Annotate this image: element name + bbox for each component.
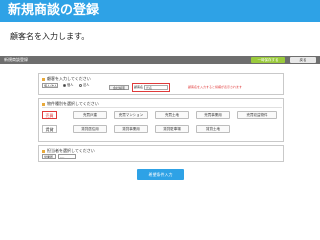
type-button[interactable]: 賃貸土地 (196, 125, 230, 133)
divider (42, 107, 282, 108)
staff-section: 担当者を選択してください 営業所 ---- (38, 145, 284, 162)
category-rent: 賃貸 (42, 125, 57, 133)
customer-name-input[interactable]: 氏名 (144, 85, 168, 90)
bullet-icon (42, 149, 45, 153)
app-header: 新規商談登録 一時保存する 戻る (0, 56, 320, 64)
slide-instruction: 顧客名を入力します。 (10, 32, 90, 41)
back-button[interactable]: 戻る (290, 57, 316, 63)
customer-section: 顧客を入力してください 個人/法人 個人 法人 会社検索 顧客名 氏名 顧客名を… (38, 73, 284, 95)
staff-heading-text: 担当者を選択してください (47, 148, 95, 153)
customer-name-label: 顧客名 (134, 85, 144, 89)
customer-name-box: 顧客名 氏名 (132, 83, 170, 92)
staff-select[interactable]: ---- (58, 154, 76, 159)
type-button[interactable]: 売買収益物件 (237, 111, 277, 119)
next-conditions-button[interactable]: 希望条件入力 (137, 169, 184, 180)
type-button[interactable]: 賃貸居住用 (73, 125, 107, 133)
category-sale: 売買 (42, 111, 57, 119)
customer-heading-text: 顧客を入力してください (47, 76, 91, 81)
type-button[interactable]: 賃貸事業用 (114, 125, 148, 133)
type-button[interactable]: 売買土地 (155, 111, 189, 119)
radio-corporate-label: 法人 (83, 83, 90, 87)
customer-kind-select[interactable]: 個人/法人 (42, 83, 58, 88)
type-button[interactable]: 売買戸建 (73, 111, 107, 119)
save-draft-button[interactable]: 一時保存する (251, 57, 285, 63)
app-header-title: 新規商談登録 (4, 57, 28, 62)
radio-individual[interactable]: 個人 (63, 83, 73, 88)
type-button[interactable]: 売買事業用 (196, 111, 230, 119)
customer-section-heading: 顧客を入力してください (42, 76, 91, 81)
property-type-heading-text: 物件種別を選択してください (47, 101, 99, 106)
radio-on-icon (63, 83, 66, 87)
radio-individual-label: 個人 (67, 83, 74, 87)
staff-heading: 担当者を選択してください (42, 148, 95, 153)
type-button[interactable]: 売買マンション (114, 111, 148, 119)
office-select[interactable]: 営業所 (42, 154, 56, 159)
bullet-icon (42, 77, 45, 81)
property-type-section: 物件種別を選択してください 売買 売買戸建 売買マンション 売買土地 売買事業用… (38, 98, 284, 142)
radio-corporate[interactable]: 法人 (79, 83, 89, 88)
company-search-button[interactable]: 会社検索 (109, 85, 129, 90)
radio-off-icon (79, 83, 82, 87)
slide-title-bar: 新規商談の登録 (0, 0, 320, 22)
bullet-icon (42, 102, 45, 106)
slide-title: 新規商談の登録 (8, 3, 100, 18)
property-type-heading: 物件種別を選択してください (42, 101, 99, 106)
type-button[interactable]: 賃貸駐車場 (155, 125, 189, 133)
customer-note: 顧客名を入力すると候補が表示されます (188, 85, 243, 89)
